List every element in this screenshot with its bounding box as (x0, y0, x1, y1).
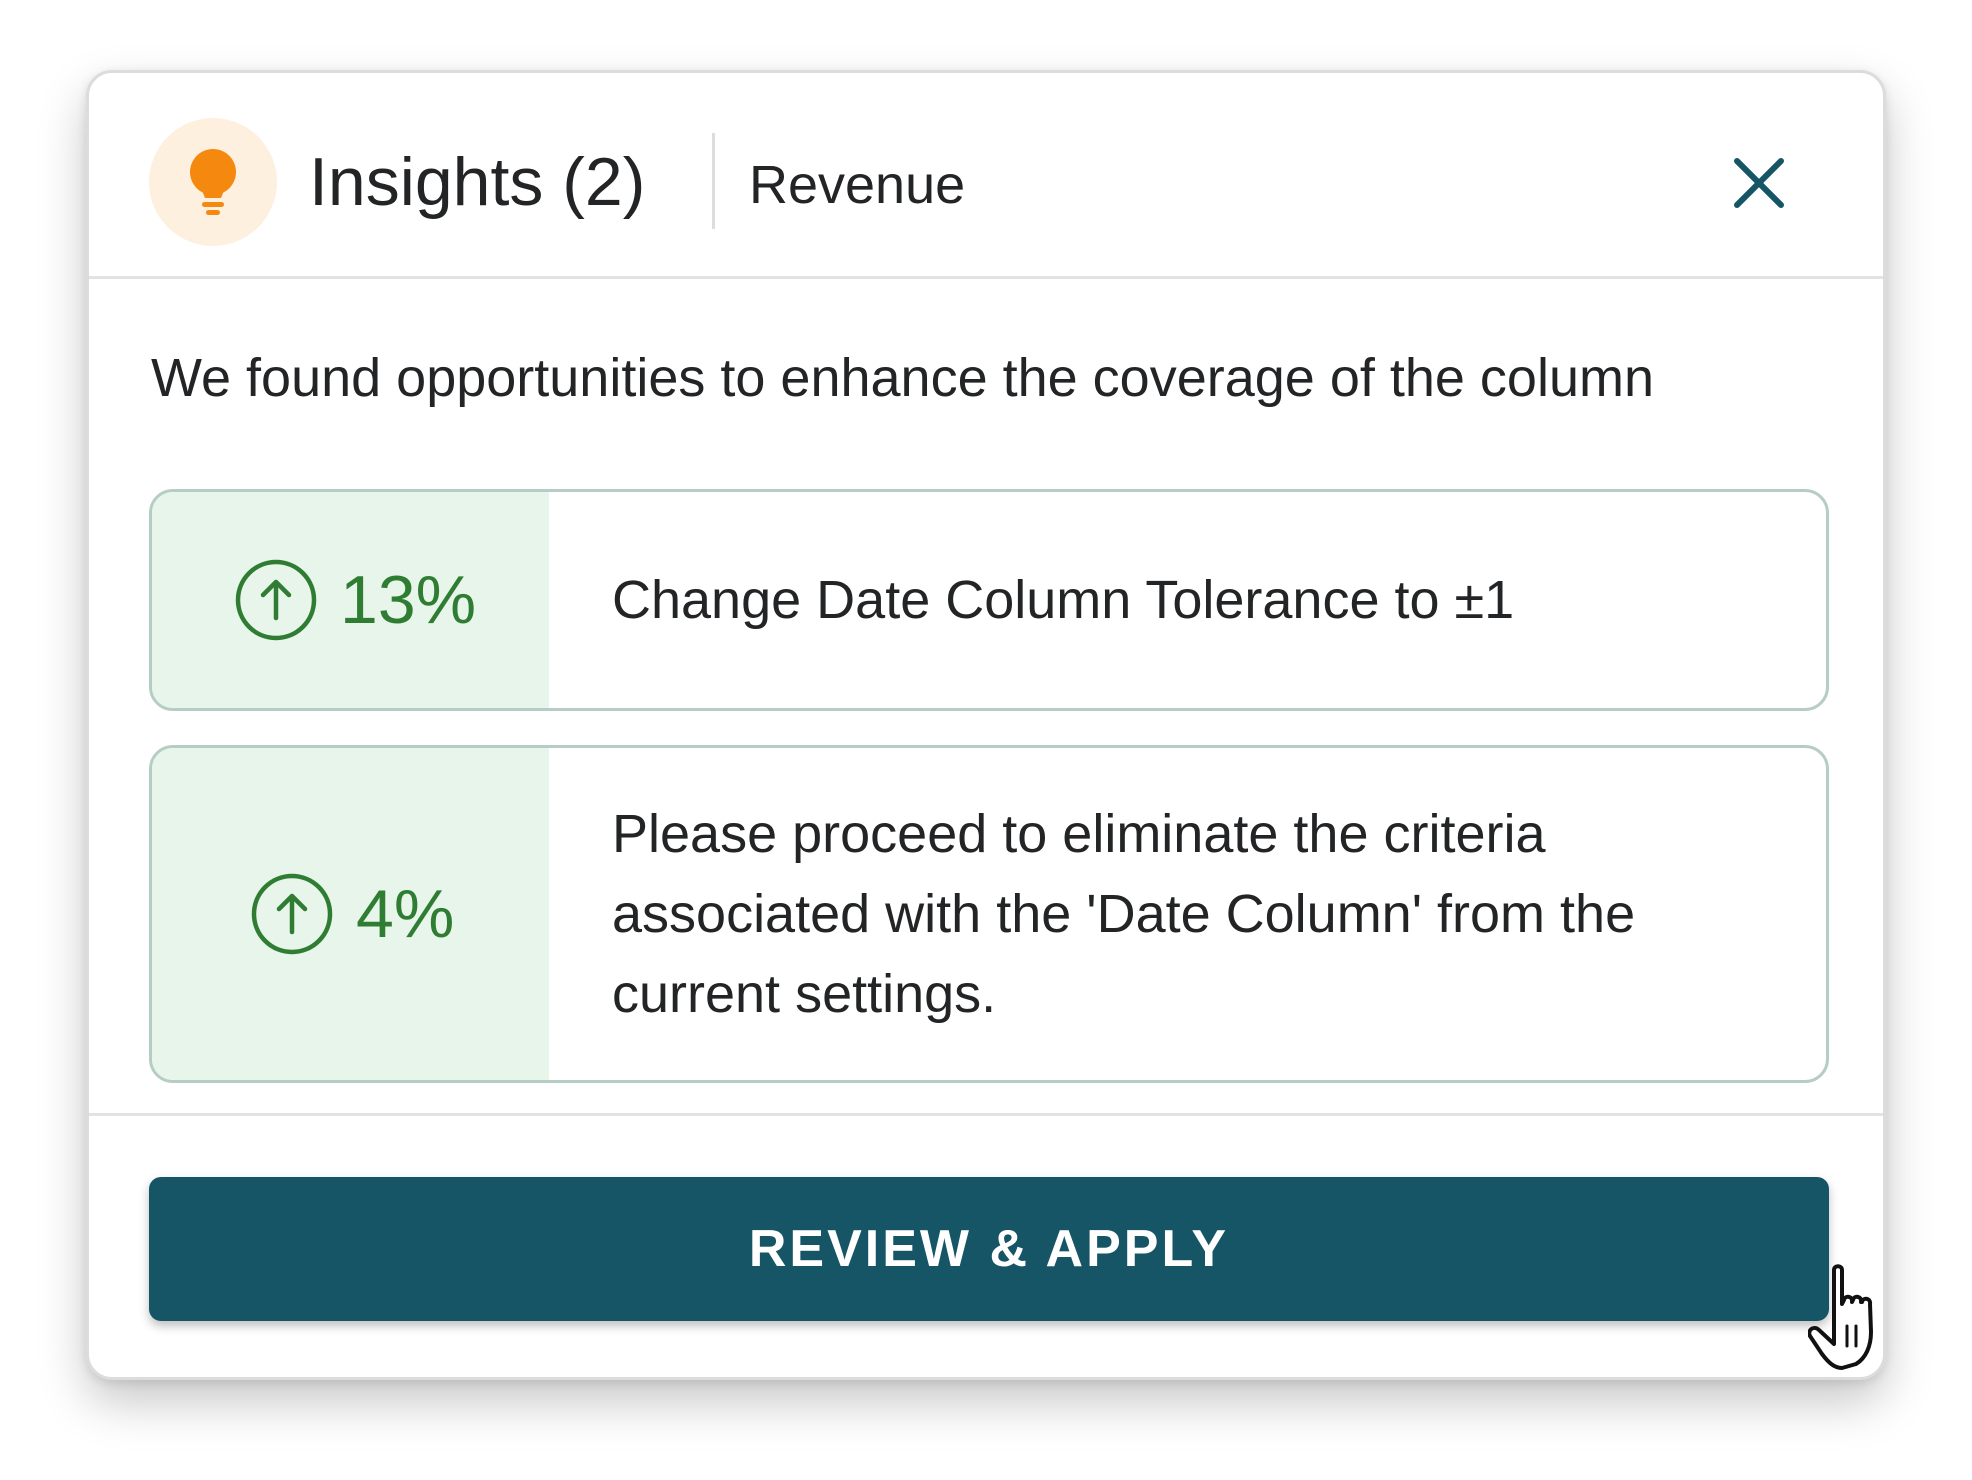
hand-pointer-icon (1808, 1264, 1873, 1370)
close-icon[interactable] (1729, 153, 1789, 213)
lightbulb-icon (190, 149, 236, 215)
insight-percentage: 13% (340, 562, 477, 638)
lightbulb-badge (149, 118, 277, 246)
insight-card[interactable]: 13% Change Date Column Tolerance to ±1 (149, 489, 1829, 711)
review-apply-button[interactable]: REVIEW & APPLY (149, 1177, 1829, 1321)
panel-title: Insights (2) (309, 144, 646, 220)
insight-description: Change Date Column Tolerance to ±1 (612, 570, 1515, 630)
close-button[interactable] (1729, 153, 1789, 213)
insight-metric: 4% (152, 748, 549, 1080)
panel-header: Insights (2) Revenue (89, 73, 1883, 279)
footer-divider (89, 1113, 1883, 1116)
insight-card[interactable]: 4% Please proceed to eliminate the crite… (149, 745, 1829, 1083)
insight-description: Please proceed to eliminate the criteria… (612, 804, 1636, 1024)
header-divider (712, 133, 715, 229)
insights-panel: Insights (2) Revenue We found opportunit… (86, 70, 1886, 1380)
arrow-up-circle-icon (235, 559, 317, 641)
arrow-up-circle-icon (251, 873, 333, 955)
insight-percentage: 4% (356, 876, 455, 952)
insight-metric: 13% (152, 492, 549, 708)
panel-subtitle: Revenue (749, 155, 966, 215)
intro-text: We found opportunities to enhance the co… (151, 348, 1655, 408)
